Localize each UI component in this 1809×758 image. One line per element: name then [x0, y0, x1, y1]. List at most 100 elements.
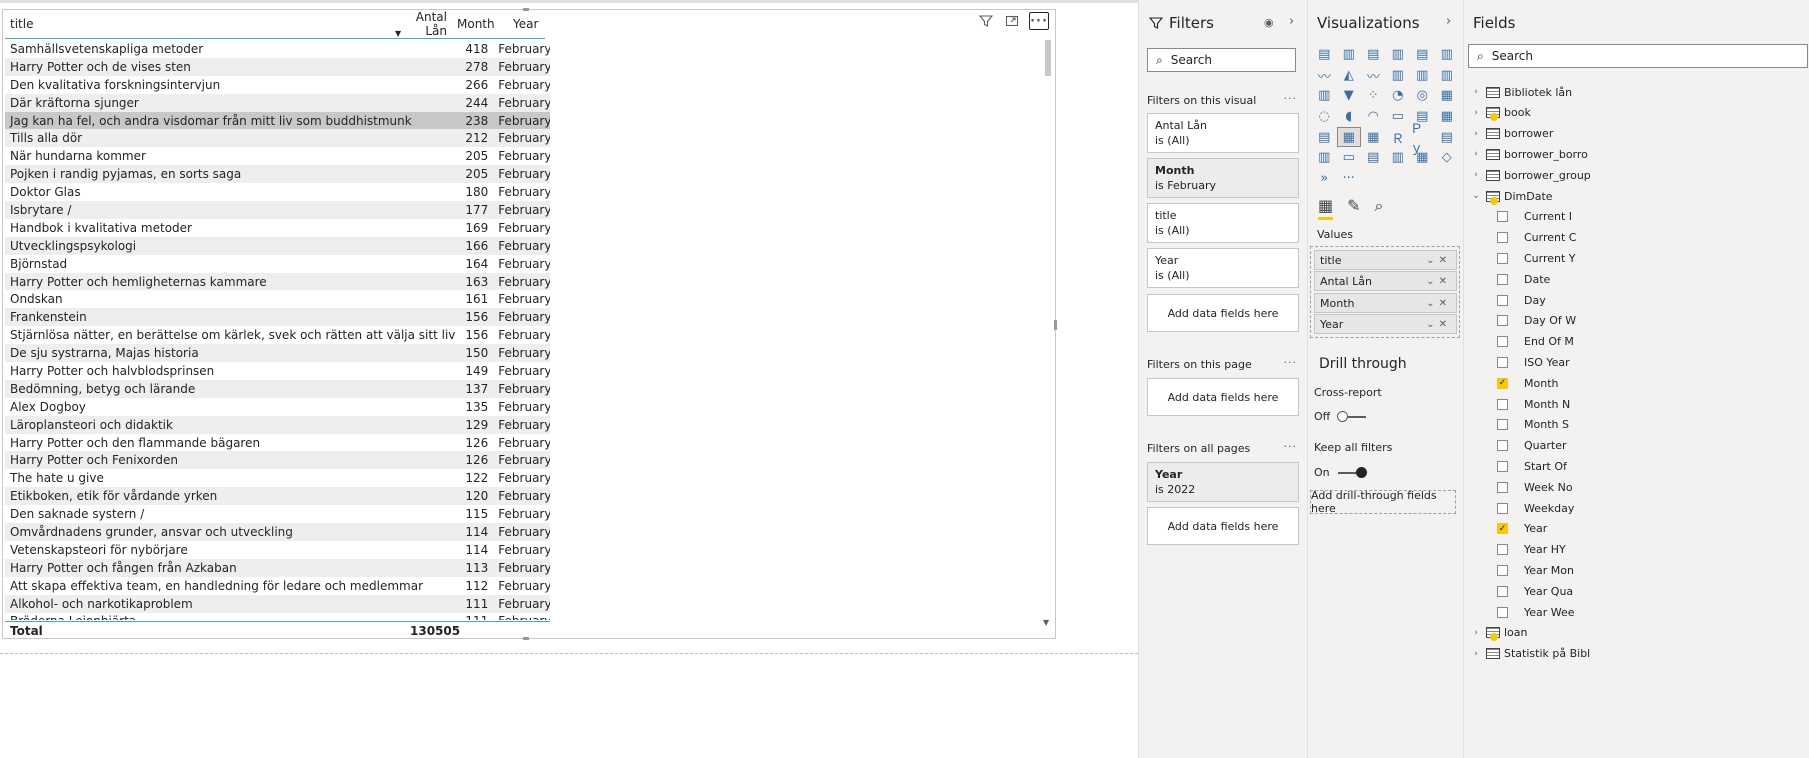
field-item[interactable]: Current Y: [1464, 248, 1576, 268]
table-row[interactable]: Stjärnlösa nätter, en berättelse om kärl…: [5, 326, 550, 344]
table-row[interactable]: Den saknade systern /115February2022: [5, 505, 550, 523]
table-row[interactable]: Harry Potter och den flammande bägaren 12…: [5, 434, 550, 452]
filled-map-icon[interactable]: ◖: [1337, 106, 1362, 127]
table-item[interactable]: › book: [1464, 103, 1531, 123]
field-item[interactable]: Year Wee: [1464, 602, 1575, 622]
table-item[interactable]: › loan: [1464, 623, 1528, 643]
focus-mode-icon[interactable]: [1003, 12, 1021, 30]
100-bar-icon[interactable]: ▤: [1410, 44, 1435, 65]
resize-handle-right[interactable]: [1054, 320, 1057, 330]
chevron-right-icon[interactable]: ›: [1470, 149, 1482, 159]
column-header-month[interactable]: Month: [452, 10, 508, 39]
table-row[interactable]: The hate u give122February2022: [5, 469, 550, 487]
checkbox-icon[interactable]: [1497, 606, 1508, 618]
funnel-icon[interactable]: ▼: [1337, 85, 1362, 106]
checkbox-icon[interactable]: [1497, 336, 1508, 348]
checkbox-icon[interactable]: [1497, 315, 1508, 327]
checkbox-icon[interactable]: [1497, 273, 1508, 285]
checkbox-icon[interactable]: [1497, 544, 1508, 556]
field-item[interactable]: Month S: [1464, 415, 1569, 435]
matrix-icon[interactable]: ▦: [1361, 127, 1386, 148]
resize-handle-top[interactable]: [523, 8, 529, 11]
table-row[interactable]: Jag kan ha fel, och andra visdomar från …: [5, 111, 550, 130]
pie-icon[interactable]: ◔: [1386, 85, 1411, 106]
vertical-scrollbar[interactable]: ▼: [1043, 40, 1051, 630]
checkbox-icon[interactable]: [1497, 481, 1508, 493]
table-row[interactable]: Doktor Glas180February2022: [5, 183, 550, 201]
table-row[interactable]: Ondskan161February2022: [5, 290, 550, 308]
table-row[interactable]: Läroplansteori och didaktik129February20…: [5, 415, 550, 434]
chevron-down-icon[interactable]: ⌄: [1470, 191, 1482, 201]
checkbox-checked-icon[interactable]: ✓: [1497, 377, 1508, 389]
field-item[interactable]: End Of M: [1464, 332, 1574, 352]
field-item[interactable]: Month N: [1464, 394, 1570, 414]
field-item[interactable]: Year HY: [1464, 540, 1566, 560]
field-item[interactable]: Year Qua: [1464, 581, 1573, 601]
table-row[interactable]: Harry Potter och de vises sten 278 Februar…: [5, 57, 550, 76]
narrative-icon[interactable]: ▤: [1361, 147, 1386, 168]
table-row[interactable]: Pojken i randig pyjamas, en sorts saga 20…: [5, 165, 550, 184]
filter-card-title[interactable]: title is (All): [1147, 203, 1299, 243]
chevron-down-icon[interactable]: ⌄✕: [1426, 298, 1451, 309]
stacked-bar-icon[interactable]: ▤: [1312, 44, 1337, 65]
line-chart-icon[interactable]: 〰: [1312, 65, 1337, 86]
eye-icon[interactable]: ◉: [1264, 16, 1274, 29]
decomposition-tree-icon[interactable]: ▥: [1312, 147, 1337, 168]
waterfall-icon[interactable]: ▥: [1312, 85, 1337, 106]
checkbox-icon[interactable]: [1497, 211, 1508, 223]
treemap-icon[interactable]: ▦: [1435, 85, 1460, 106]
more-icon[interactable]: ···: [1284, 356, 1298, 369]
scatter-icon[interactable]: ⁘: [1361, 85, 1386, 106]
table-row[interactable]: De sju systrarna, Majas historia 150 Febru…: [5, 344, 550, 363]
format-paint-icon[interactable]: ✎: [1347, 196, 1360, 220]
slicer-icon[interactable]: ▤: [1312, 127, 1337, 148]
table-item[interactable]: › borrower: [1464, 124, 1553, 144]
checkbox-icon[interactable]: [1497, 398, 1508, 410]
paginated-icon[interactable]: ▥: [1386, 147, 1411, 168]
field-item[interactable]: Date: [1464, 269, 1550, 289]
table-row[interactable]: Utvecklingspsykologi166February2022: [5, 236, 550, 255]
value-field-title[interactable]: title ⌄✕: [1314, 250, 1457, 270]
clustered-column-icon[interactable]: ▥: [1386, 44, 1411, 65]
field-item[interactable]: Week No: [1464, 477, 1573, 497]
fields-search-input[interactable]: ⌕ Search: [1468, 44, 1808, 68]
checkbox-checked-icon[interactable]: ✓: [1497, 523, 1508, 535]
table-item[interactable]: › Bibliotek lån: [1464, 82, 1572, 102]
table-row[interactable]: Isbrytare /177February2022: [5, 201, 550, 219]
value-field-antal-lan[interactable]: Antal Lån ⌄✕: [1314, 271, 1457, 291]
power-apps-icon[interactable]: ◇: [1435, 147, 1460, 168]
keep-filters-toggle[interactable]: On: [1314, 466, 1367, 479]
table-row[interactable]: Att skapa effektiva team, en handledning…: [5, 577, 550, 595]
checkbox-icon[interactable]: [1497, 502, 1508, 514]
table-item[interactable]: › Statistik på Bibl: [1464, 644, 1590, 664]
column-header-title[interactable]: title: [5, 10, 390, 39]
field-item[interactable]: ✓ Month: [1464, 373, 1558, 393]
table-row[interactable]: Harry Potter och halvblodsprinsen 149 Febr…: [5, 362, 550, 380]
chevron-right-icon[interactable]: ›: [1470, 108, 1482, 118]
table-row[interactable]: Frankenstein156February2022: [5, 308, 550, 327]
checkbox-icon[interactable]: [1497, 294, 1508, 306]
qa-icon[interactable]: ▭: [1337, 147, 1362, 168]
table-row[interactable]: Bedömning, betyg och lärande137February2…: [5, 379, 550, 398]
checkbox-icon[interactable]: [1497, 460, 1508, 472]
checkbox-icon[interactable]: [1497, 564, 1508, 576]
checkbox-icon[interactable]: [1497, 440, 1508, 452]
table-row[interactable]: Harry Potter och Fenixorden126February20…: [5, 451, 550, 470]
table-row[interactable]: Etikboken, etik för vårdande yrken 120 Feb…: [5, 487, 550, 506]
table-visual[interactable]: ··· title Antal Lån ▼ Month Year Samhälls…: [2, 8, 1057, 640]
add-visual-filter-drop[interactable]: Add data fields here: [1147, 294, 1299, 332]
table-row[interactable]: Samhällsvetenskapliga metoder 418 February…: [5, 40, 550, 58]
fields-tab-icon[interactable]: ▦: [1318, 196, 1334, 220]
filters-search-input[interactable]: ⌕ Search: [1147, 48, 1296, 72]
field-item[interactable]: Year Mon: [1464, 560, 1574, 580]
add-page-filter-drop[interactable]: Add data fields here: [1147, 378, 1299, 416]
field-item[interactable]: ✓ Year: [1464, 519, 1547, 539]
table-row[interactable]: När hundarna kommer205February2022: [5, 147, 550, 165]
table-row[interactable]: Där kräftorna sjunger244February2022: [5, 93, 550, 112]
filter-card-year[interactable]: Year is (All): [1147, 248, 1299, 288]
scrollbar-thumb[interactable]: [1045, 40, 1051, 76]
table-icon[interactable]: ▦: [1336, 126, 1361, 148]
checkbox-icon[interactable]: [1497, 585, 1508, 597]
field-item[interactable]: Current I: [1464, 207, 1572, 227]
table-row[interactable]: Tills alla dör212February2022: [5, 129, 550, 148]
